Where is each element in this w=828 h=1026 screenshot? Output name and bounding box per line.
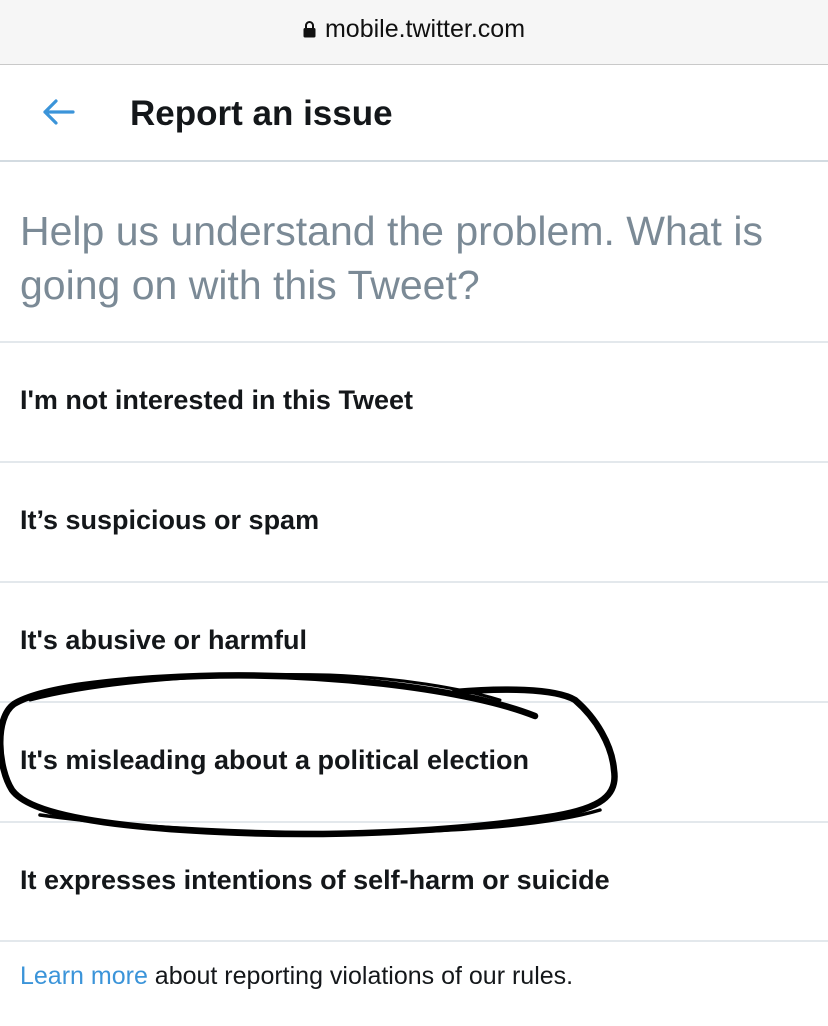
option-label: It expresses intentions of self-harm or …: [20, 865, 610, 895]
report-options-list: I'm not interested in this Tweet It’s su…: [0, 341, 828, 941]
option-not-interested[interactable]: I'm not interested in this Tweet: [0, 341, 828, 461]
option-suspicious-spam[interactable]: It’s suspicious or spam: [0, 461, 828, 581]
back-button[interactable]: [30, 94, 86, 134]
page-title: Report an issue: [130, 94, 393, 133]
option-self-harm[interactable]: It expresses intentions of self-harm or …: [0, 821, 828, 941]
option-misleading-election[interactable]: It's misleading about a political electi…: [0, 701, 828, 821]
back-arrow-icon: [41, 98, 75, 131]
option-label: It’s suspicious or spam: [20, 505, 320, 535]
learn-more-link[interactable]: Learn more: [20, 962, 148, 990]
report-prompt: Help us understand the problem. What is …: [20, 208, 763, 308]
url-text: mobile.twitter.com: [324, 14, 526, 43]
option-label: I'm not interested in this Tweet: [20, 385, 413, 415]
url-display[interactable]: mobile.twitter.com: [0, 14, 828, 44]
browser-url-bar[interactable]: mobile.twitter.com: [0, 0, 828, 65]
footer-rest-text: about reporting violations of our rules.: [147, 962, 574, 990]
option-label: It's abusive or harmful: [20, 625, 307, 655]
lock-icon: [303, 20, 316, 38]
footer: Learn more about reporting violations of…: [0, 940, 828, 1026]
option-abusive-harmful[interactable]: It's abusive or harmful: [0, 581, 828, 701]
option-label: It's misleading about a political electi…: [20, 745, 530, 775]
page-header: Report an issue: [0, 66, 828, 162]
footer-text: Learn more about reporting violations of…: [20, 962, 573, 991]
